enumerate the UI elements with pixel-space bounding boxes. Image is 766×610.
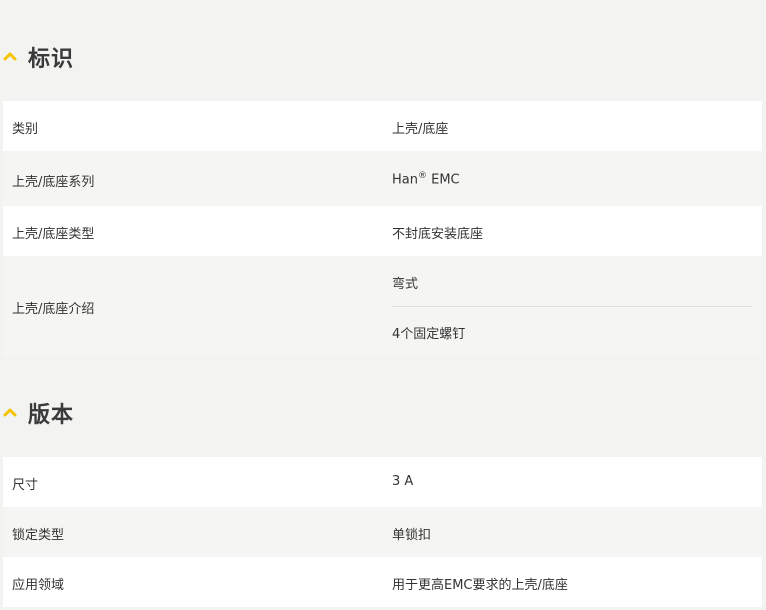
row-value: Han® EMC xyxy=(392,171,460,187)
table-row: 应用领域 用于更高EMC要求的上壳/底座 xyxy=(3,557,762,607)
row-label: 类别 xyxy=(12,122,39,137)
row-value: 单锁扣 xyxy=(392,528,432,543)
row-value: 3 A xyxy=(392,474,414,489)
registered-mark: ® xyxy=(417,171,427,181)
version-table: 尺寸 3 A 锁定类型 单锁扣 应用领域 用于更高EMC要求的上壳/底座 xyxy=(3,457,762,607)
table-row: 上壳/底座系列 Han® EMC xyxy=(3,151,762,206)
row-label: 上壳/底座介绍 xyxy=(12,302,95,317)
value-main: Han xyxy=(392,172,418,188)
identification-table: 类别 上壳/底座 上壳/底座系列 Han® EMC 上壳/底座类型 不封底安装底… xyxy=(3,101,762,357)
table-row: 上壳/底座介绍 弯式 4个固定螺钉 xyxy=(3,256,762,357)
chevron-up-icon[interactable] xyxy=(2,406,18,418)
divider xyxy=(392,306,752,307)
row-label: 上壳/底座类型 xyxy=(12,227,95,242)
section-title: 版本 xyxy=(28,403,75,428)
row-value: 上壳/底座 xyxy=(392,122,449,137)
value-tail: EMC xyxy=(426,172,460,188)
row-value: 不封底安装底座 xyxy=(392,227,484,242)
row-label: 锁定类型 xyxy=(12,528,65,543)
section-header-version[interactable]: 版本 xyxy=(0,387,766,437)
section-title: 标识 xyxy=(28,47,75,72)
table-row: 锁定类型 单锁扣 xyxy=(3,507,762,557)
row-label: 尺寸 xyxy=(12,478,39,493)
row-value: 弯式 xyxy=(392,277,419,292)
chevron-up-icon[interactable] xyxy=(2,50,18,62)
table-row: 上壳/底座类型 不封底安装底座 xyxy=(3,206,762,256)
row-value: 4个固定螺钉 xyxy=(392,327,466,342)
section-header-identification[interactable]: 标识 xyxy=(0,31,766,81)
row-label: 上壳/底座系列 xyxy=(12,175,95,190)
table-row: 尺寸 3 A xyxy=(3,457,762,507)
row-label: 应用领域 xyxy=(12,578,65,593)
row-value: 用于更高EMC要求的上壳/底座 xyxy=(392,578,568,593)
table-row: 类别 上壳/底座 xyxy=(3,101,762,151)
